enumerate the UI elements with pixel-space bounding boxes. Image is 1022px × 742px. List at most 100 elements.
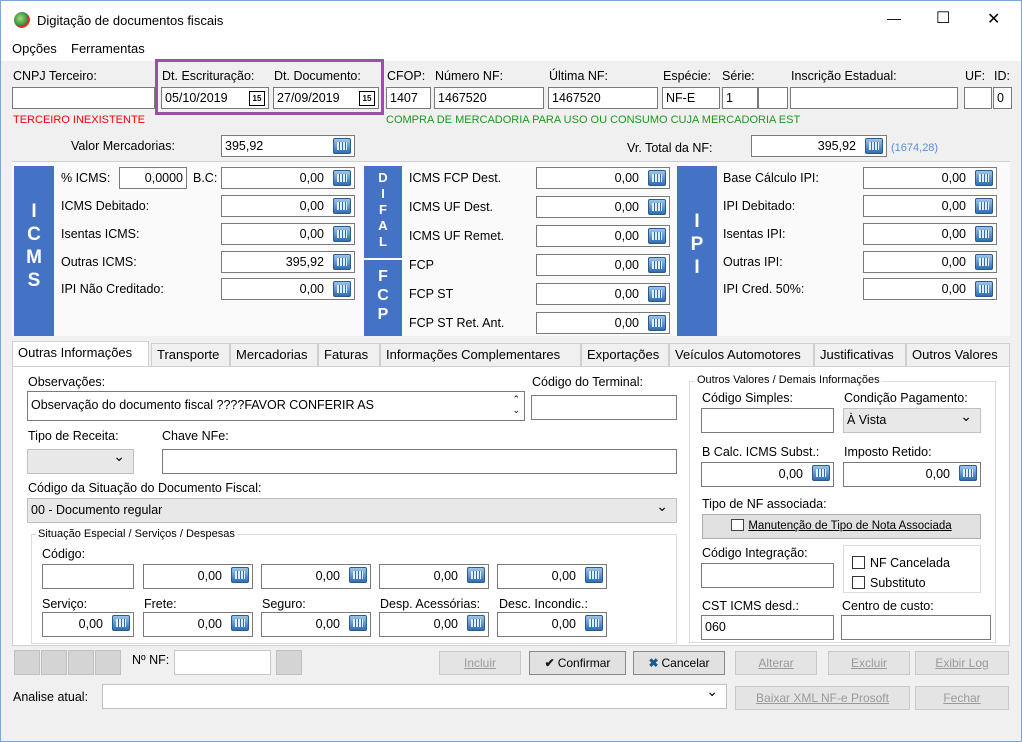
calculator-icon[interactable] [812, 465, 830, 481]
exibir-log-button[interactable]: Exibir Log [915, 651, 1009, 675]
calculator-icon[interactable] [585, 615, 603, 631]
outras-ipi-input[interactable]: 0,00 [863, 251, 997, 273]
nf-number-input[interactable] [174, 650, 271, 675]
condicao-pagamento-select[interactable]: À Vista [843, 408, 981, 433]
calculator-icon[interactable] [975, 198, 993, 214]
tab-transporte[interactable]: Transporte [151, 343, 230, 367]
fcp-st-ret-input[interactable]: 0,00 [536, 312, 670, 334]
valor-3-input[interactable]: 0,00 [379, 564, 489, 589]
nf-cancelada-checkbox[interactable] [852, 556, 865, 569]
calculator-icon[interactable] [467, 615, 485, 631]
calculator-icon[interactable] [975, 281, 993, 297]
ipi-debitado-input[interactable]: 0,00 [863, 195, 997, 217]
centro-custo-input[interactable] [841, 615, 991, 640]
nav-next-button[interactable] [68, 650, 94, 675]
fcp-st-input[interactable]: 0,00 [536, 283, 670, 305]
calculator-icon[interactable] [975, 254, 993, 270]
bcalc-icms-subst-input[interactable]: 0,00 [701, 462, 834, 487]
maximize-button[interactable]: ☐ [936, 8, 950, 28]
calculator-icon[interactable] [349, 567, 367, 583]
tab-informacoes-complementares[interactable]: Informações Complementares [380, 343, 581, 367]
manutencao-tipo-nota-button[interactable]: Manutenção de Tipo de Nota Associada [702, 514, 981, 539]
ipi-nao-creditado-input[interactable]: 0,00 [221, 278, 355, 300]
icms-uf-dest-input[interactable]: 0,00 [536, 196, 670, 218]
tipo-receita-select[interactable] [27, 449, 134, 474]
uf-input[interactable] [964, 87, 992, 109]
servico-input[interactable]: 0,00 [42, 612, 134, 637]
chave-nfe-input[interactable] [162, 449, 677, 474]
calculator-icon[interactable] [975, 226, 993, 242]
subserie-input[interactable] [758, 87, 788, 109]
dt-escrituracao-input[interactable]: 05/10/2019 15 [161, 87, 269, 109]
tab-faturas[interactable]: Faturas [318, 343, 380, 367]
base-calculo-ipi-input[interactable]: 0,00 [863, 167, 997, 189]
scroll-arrows-icon[interactable]: ⌃ ⌄ [512, 394, 520, 416]
menu-opcoes[interactable]: Opções [12, 41, 57, 56]
fcp-input[interactable]: 0,00 [536, 254, 670, 276]
tab-outras-informacoes[interactable]: Outras Informações [12, 341, 149, 367]
cst-icms-desd-input[interactable]: 060 [701, 615, 834, 640]
calculator-icon[interactable] [648, 315, 666, 331]
codigo-input[interactable] [42, 564, 134, 589]
valor-mercadorias-input[interactable]: 395,92 [221, 135, 355, 157]
incluir-button[interactable]: Incluir [439, 651, 521, 675]
frete-input[interactable]: 0,00 [143, 612, 253, 637]
seguro-input[interactable]: 0,00 [261, 612, 371, 637]
cnpj-input[interactable] [12, 87, 155, 109]
calculator-icon[interactable] [648, 228, 666, 244]
baixar-xml-button[interactable]: Baixar XML NF-e Prosoft [735, 686, 910, 710]
calculator-icon[interactable] [467, 567, 485, 583]
nf-search-button[interactable] [276, 650, 302, 675]
icms-fcp-dest-input[interactable]: 0,00 [536, 167, 670, 189]
nav-last-button[interactable] [95, 650, 121, 675]
calculator-icon[interactable] [333, 198, 351, 214]
calculator-icon[interactable] [112, 615, 130, 631]
observacoes-textarea[interactable]: Observação do documento fiscal ????FAVOR… [27, 391, 525, 421]
calculator-icon[interactable] [349, 615, 367, 631]
alterar-button[interactable]: Alterar [735, 651, 817, 675]
tab-justificativas[interactable]: Justificativas [814, 343, 906, 367]
calculator-icon[interactable] [585, 567, 603, 583]
calculator-icon[interactable] [648, 286, 666, 302]
calculator-icon[interactable] [975, 170, 993, 186]
calculator-icon[interactable] [648, 199, 666, 215]
minimize-button[interactable]: — [887, 10, 901, 26]
substituto-checkbox[interactable] [852, 576, 865, 589]
close-button[interactable]: ✕ [987, 9, 1000, 29]
outras-icms-input[interactable]: 395,92 [221, 251, 355, 273]
vr-total-input[interactable]: 395,92 [751, 135, 887, 157]
ultima-nf-input[interactable]: 1467520 [548, 87, 658, 109]
tab-mercadorias[interactable]: Mercadorias [230, 343, 318, 367]
icms-debitado-input[interactable]: 0,00 [221, 195, 355, 217]
desp-acessorias-input[interactable]: 0,00 [379, 612, 489, 637]
dt-documento-input[interactable]: 27/09/2019 15 [273, 87, 379, 109]
confirmar-button[interactable]: ✔ Confirmar [529, 651, 626, 675]
calculator-icon[interactable] [333, 138, 351, 154]
codigo-simples-input[interactable] [701, 408, 834, 433]
nav-prev-button[interactable] [41, 650, 67, 675]
ipi-cred-input[interactable]: 0,00 [863, 278, 997, 300]
imposto-retido-input[interactable]: 0,00 [843, 462, 981, 487]
calculator-icon[interactable] [333, 170, 351, 186]
excluir-button[interactable]: Excluir [828, 651, 910, 675]
id-input[interactable]: 0 [993, 87, 1012, 109]
calculator-icon[interactable] [648, 257, 666, 273]
valor-2-input[interactable]: 0,00 [261, 564, 371, 589]
nav-first-button[interactable] [14, 650, 40, 675]
calendar-icon[interactable]: 15 [359, 91, 375, 106]
desc-incondic-input[interactable]: 0,00 [497, 612, 607, 637]
tab-outros-valores[interactable]: Outros Valores [906, 343, 1010, 367]
calculator-icon[interactable] [959, 465, 977, 481]
calculator-icon[interactable] [865, 138, 883, 154]
tab-exportacoes[interactable]: Exportações [581, 343, 669, 367]
numero-nf-input[interactable]: 1467520 [434, 87, 544, 109]
codigo-terminal-input[interactable] [531, 395, 677, 420]
menu-ferramentas[interactable]: Ferramentas [71, 41, 145, 56]
analise-atual-select[interactable] [102, 684, 727, 709]
isentas-icms-input[interactable]: 0,00 [221, 223, 355, 245]
calculator-icon[interactable] [231, 567, 249, 583]
calculator-icon[interactable] [333, 226, 351, 242]
serie-input[interactable]: 1 [722, 87, 758, 109]
calculator-icon[interactable] [333, 254, 351, 270]
isentas-ipi-input[interactable]: 0,00 [863, 223, 997, 245]
